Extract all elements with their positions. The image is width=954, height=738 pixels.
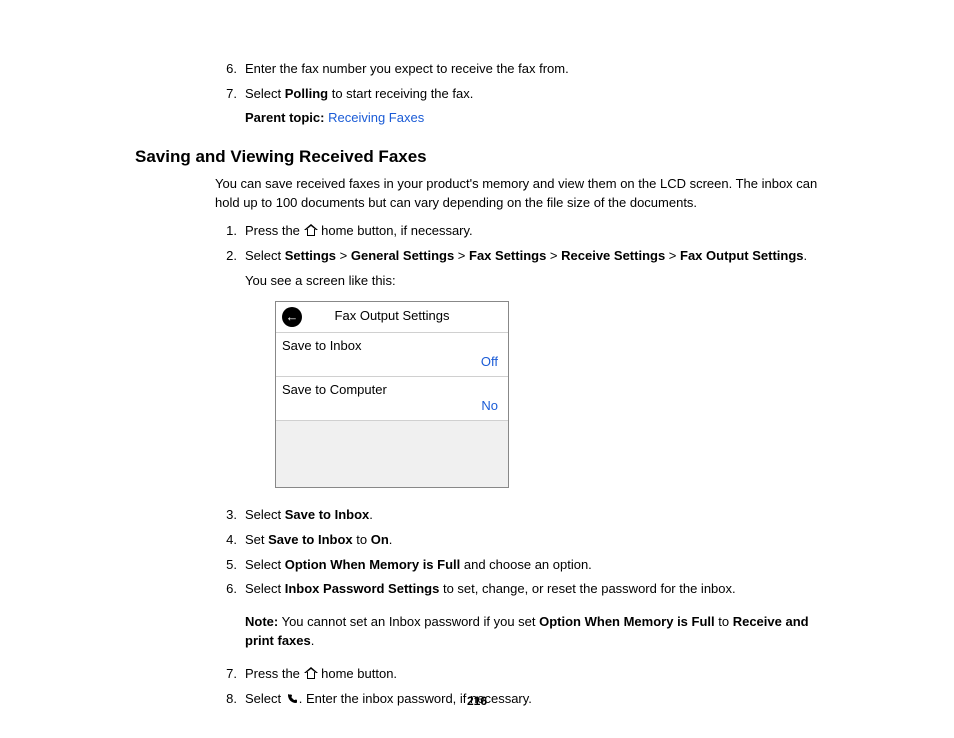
step-text: Enter the fax number you expect to recei… bbox=[245, 61, 569, 76]
b: Fax Settings bbox=[469, 248, 546, 263]
note-label: Note: bbox=[245, 614, 278, 629]
sep: > bbox=[665, 248, 680, 263]
lcd-row-label: Save to Inbox bbox=[282, 337, 498, 356]
step-3: 3. Select Save to Inbox. bbox=[215, 506, 824, 525]
step-text-post: home button, if necessary. bbox=[318, 223, 473, 238]
t: home button. bbox=[318, 666, 398, 681]
parent-topic-label: Parent topic: bbox=[245, 110, 324, 125]
t: . bbox=[311, 633, 315, 648]
step-number: 4. bbox=[215, 531, 237, 550]
b: Save to Inbox bbox=[285, 507, 370, 522]
document-page: 6. Enter the fax number you expect to re… bbox=[0, 0, 954, 738]
t: Select bbox=[245, 248, 285, 263]
t: Set bbox=[245, 532, 268, 547]
section-intro: You can save received faxes in your prod… bbox=[215, 175, 824, 213]
sep: > bbox=[454, 248, 469, 263]
step-number: 3. bbox=[215, 506, 237, 525]
t: . bbox=[804, 248, 808, 263]
step-4: 4. Set Save to Inbox to On. bbox=[215, 531, 824, 550]
b: Receive Settings bbox=[561, 248, 665, 263]
step-text-pre: Press the bbox=[245, 223, 304, 238]
sep: > bbox=[546, 248, 561, 263]
sep: > bbox=[336, 248, 351, 263]
step-subtext: You see a screen like this: bbox=[245, 272, 824, 291]
lcd-row-save-to-inbox: Save to Inbox Off bbox=[276, 333, 508, 377]
b: General Settings bbox=[351, 248, 454, 263]
step-7b: 7. Press the home button. bbox=[215, 665, 824, 684]
step-1: 1. Press the home button, if necessary. bbox=[215, 222, 824, 241]
b: Save to Inbox bbox=[268, 532, 353, 547]
t: You cannot set an Inbox password if you … bbox=[278, 614, 539, 629]
lcd-row-label: Save to Computer bbox=[282, 381, 498, 400]
step-number: 6. bbox=[215, 60, 237, 79]
section-body: You can save received faxes in your prod… bbox=[215, 175, 824, 709]
b: Inbox Password Settings bbox=[285, 581, 440, 596]
t: Select bbox=[245, 581, 285, 596]
b: Fax Output Settings bbox=[680, 248, 804, 263]
lcd-row-value: No bbox=[481, 397, 498, 416]
t: Select bbox=[245, 557, 285, 572]
step-number: 6. bbox=[215, 580, 237, 599]
t: Select bbox=[245, 507, 285, 522]
step-2: 2. Select Settings > General Settings > … bbox=[215, 247, 824, 488]
t: . bbox=[389, 532, 393, 547]
step-6b: 6. Select Inbox Password Settings to set… bbox=[215, 580, 824, 599]
t: . bbox=[369, 507, 373, 522]
step-7: 7. Select Polling to start receiving the… bbox=[215, 85, 824, 104]
lcd-screenshot: ← Fax Output Settings Save to Inbox Off … bbox=[275, 301, 509, 488]
lcd-title: Fax Output Settings bbox=[276, 307, 508, 326]
home-icon bbox=[304, 224, 318, 236]
parent-topic: Parent topic: Receiving Faxes bbox=[245, 110, 824, 125]
b: On bbox=[371, 532, 389, 547]
t: Press the bbox=[245, 666, 304, 681]
t: and choose an option. bbox=[460, 557, 592, 572]
parent-topic-link[interactable]: Receiving Faxes bbox=[328, 110, 424, 125]
continued-steps: 6. Enter the fax number you expect to re… bbox=[215, 60, 824, 125]
step-number: 5. bbox=[215, 556, 237, 575]
b: Option When Memory is Full bbox=[539, 614, 715, 629]
step-number: 7. bbox=[215, 85, 237, 104]
step-5: 5. Select Option When Memory is Full and… bbox=[215, 556, 824, 575]
step-6: 6. Enter the fax number you expect to re… bbox=[215, 60, 824, 79]
step-text-pre: Select bbox=[245, 86, 285, 101]
t: to set, change, or reset the password fo… bbox=[439, 581, 735, 596]
home-icon bbox=[304, 667, 318, 679]
step-text-bold: Polling bbox=[285, 86, 328, 101]
lcd-header: ← Fax Output Settings bbox=[276, 302, 508, 333]
t: to bbox=[715, 614, 733, 629]
step-number: 1. bbox=[215, 222, 237, 241]
b: Settings bbox=[285, 248, 336, 263]
step-text-post: to start receiving the fax. bbox=[328, 86, 473, 101]
step-number: 7. bbox=[215, 665, 237, 684]
step-number: 2. bbox=[215, 247, 237, 266]
page-number: 216 bbox=[0, 694, 954, 708]
lcd-row-value: Off bbox=[481, 353, 498, 372]
t: to bbox=[353, 532, 371, 547]
lcd-row-save-to-computer: Save to Computer No bbox=[276, 377, 508, 421]
back-icon: ← bbox=[282, 307, 302, 327]
note-block: Note: You cannot set an Inbox password i… bbox=[245, 613, 824, 651]
b: Option When Memory is Full bbox=[285, 557, 461, 572]
section-heading: Saving and Viewing Received Faxes bbox=[135, 147, 824, 167]
